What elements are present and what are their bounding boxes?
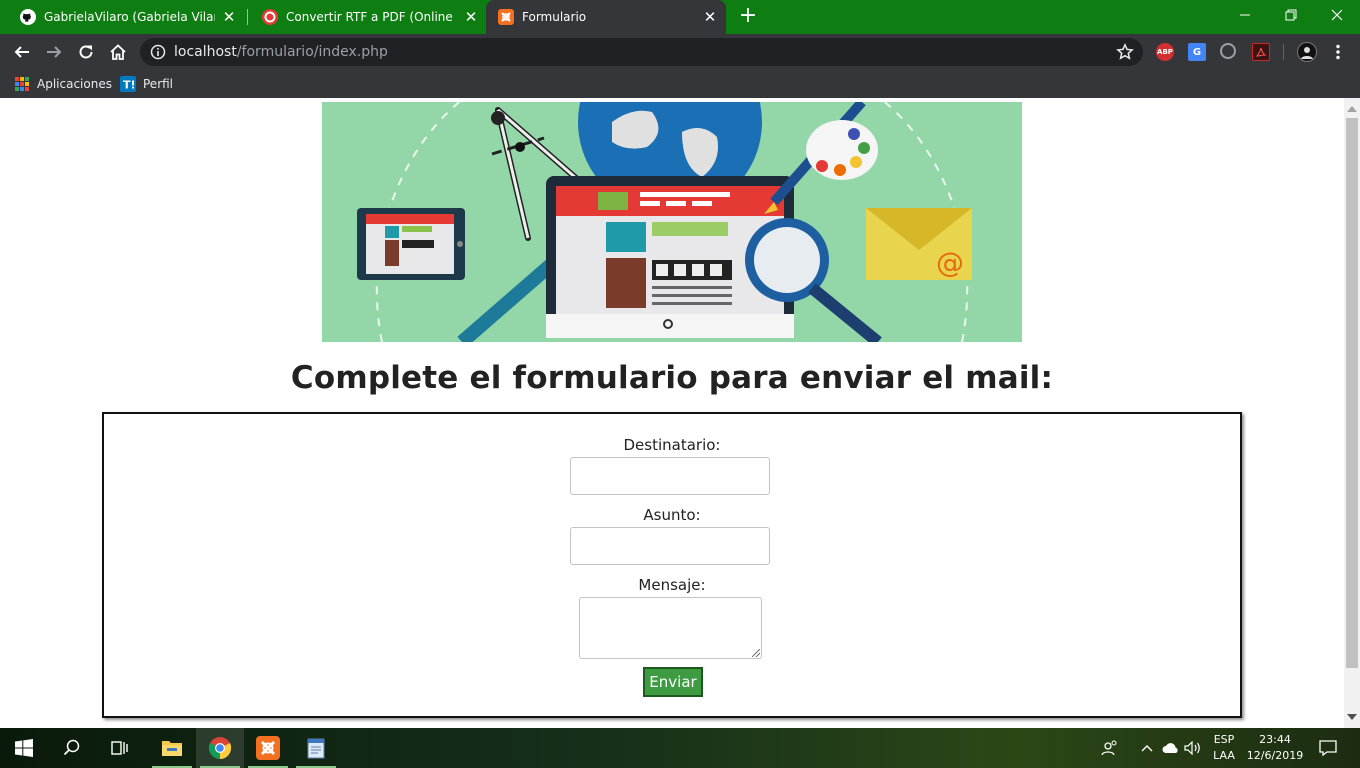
language-indicator[interactable]: ESP LAA [1208,732,1240,764]
chrome-icon[interactable] [196,728,244,768]
url-text[interactable]: localhost/formulario/index.php [174,44,388,60]
forward-button[interactable] [42,40,66,64]
chevron-up-icon[interactable] [1136,728,1158,768]
notepad-icon[interactable] [292,728,340,768]
url-host: localhost [174,44,237,60]
task-view-icon[interactable] [96,728,144,768]
info-icon[interactable] [150,44,166,60]
to-label: Destinatario: [623,436,721,454]
page-viewport: @ Complete el formulario para enviar el … [0,98,1344,728]
tab-title: GabrielaVilaro (Gabriela Vilaró) [44,10,215,24]
close-tab-icon[interactable]: ✕ [702,8,718,26]
tab-convertir[interactable]: Convertir RTF a PDF (Online y Gra ✕ [242,0,487,34]
scrollbar-thumb[interactable] [1346,118,1358,668]
reload-button[interactable] [74,40,98,64]
tab-title: Convertir RTF a PDF (Online y Gra [286,10,457,24]
subject-label: Asunto: [643,506,701,524]
toolbar-separator [1283,44,1284,60]
submit-button[interactable]: Enviar [643,667,703,697]
message-textarea[interactable] [579,597,762,659]
trello-icon: T! [120,76,136,92]
notifications-icon[interactable] [1312,728,1344,768]
banner-illustration: @ [322,102,1022,342]
pdf-icon[interactable] [1252,43,1270,61]
xampp-icon[interactable] [244,728,292,768]
bookmark-perfil[interactable]: T! Perfil [120,75,173,93]
clock-date: 12/6/2019 [1246,749,1304,762]
resize-grip-icon[interactable] [752,649,760,657]
xampp-icon [498,9,514,25]
apps-grid-icon [14,76,30,92]
restore-button[interactable] [1268,0,1314,30]
bookmarks-bar [0,70,1360,98]
menu-kebab-icon[interactable] [1326,40,1350,64]
extension-icon[interactable] [1220,43,1236,59]
subject-input[interactable] [570,527,770,565]
tab-github[interactable]: GabrielaVilaro (Gabriela Vilaró) ✕ [0,0,245,34]
back-button[interactable] [10,40,34,64]
message-label: Mensaje: [638,576,706,594]
bookmark-label: Perfil [143,77,174,91]
tab-formulario[interactable]: Formulario ✕ [486,0,726,34]
github-icon [20,9,36,25]
home-button[interactable] [106,40,130,64]
scroll-up-arrow-icon[interactable] [1347,106,1357,112]
google-translate-icon[interactable]: G [1188,43,1206,61]
close-tab-icon[interactable]: ✕ [463,8,479,26]
clock-time: 23:44 [1259,733,1291,746]
url-path: /formulario/index.php [236,44,388,60]
close-window-button[interactable] [1314,0,1360,30]
profile-avatar[interactable] [1297,42,1317,62]
keyboard-text: LAA [1213,749,1235,762]
start-icon[interactable] [0,728,48,768]
bookmark-star-icon[interactable] [1116,42,1134,61]
file-explorer-icon[interactable] [148,728,196,768]
bookmark-aplicaciones[interactable]: Aplicaciones [14,75,112,93]
email-form: Destinatario: Asunto: Mensaje: Enviar [102,412,1242,718]
clock[interactable]: 23:44 12/6/2019 [1244,732,1306,764]
people-icon[interactable] [1092,728,1128,768]
onedrive-cloud-icon[interactable] [1160,728,1182,768]
bookmark-label: Aplicaciones [37,77,112,91]
converter-icon [262,9,278,25]
new-tab-button[interactable]: + [737,5,759,28]
svg-text:T!: T! [123,79,136,92]
minimize-button[interactable] [1222,0,1268,30]
language-text: ESP [1213,733,1235,746]
svg-text:@: @ [936,246,964,279]
search-icon[interactable] [48,728,96,768]
tab-title: Formulario [522,10,587,24]
page-heading: Complete el formulario para enviar el ma… [290,360,1054,396]
to-input[interactable] [570,457,770,495]
scroll-down-arrow-icon[interactable] [1347,714,1357,720]
adblock-plus-icon[interactable]: ABP [1156,43,1174,61]
volume-icon[interactable] [1182,728,1204,768]
close-tab-icon[interactable]: ✕ [221,8,237,26]
